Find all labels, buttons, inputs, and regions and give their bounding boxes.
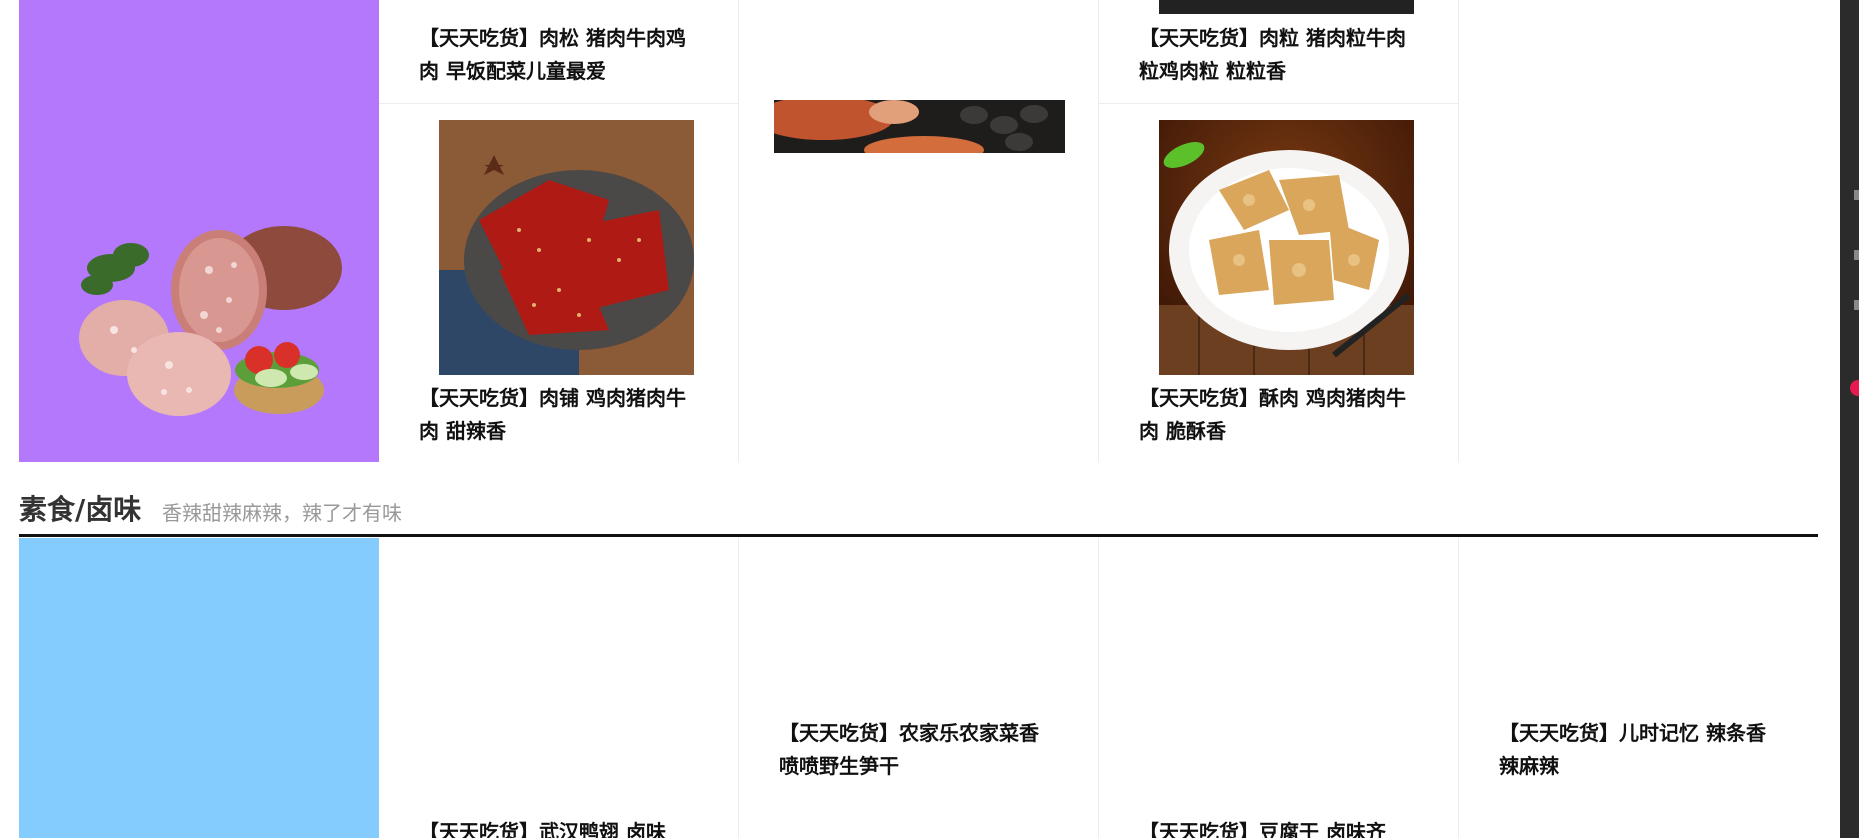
product-card-empty	[1459, 0, 1819, 462]
product-card-sausage[interactable]	[739, 0, 1099, 462]
product-card-spicy-strips[interactable]: 【天天吃货】儿时记忆 辣条香辣麻辣	[1459, 538, 1819, 838]
meat-promo-banner[interactable]	[19, 0, 379, 462]
product-title[interactable]: 【天天吃货】肉铺 鸡肉猪肉牛肉 甜辣香	[419, 382, 689, 448]
product-title[interactable]: 【天天吃货】豆腐干 卤味齐	[1139, 816, 1409, 838]
product-card-meat-floss[interactable]: 【天天吃货】肉松 猪肉牛肉鸡肉 早饭配菜儿童最爱	[379, 0, 739, 104]
page-viewport: 【天天吃货】肉松 猪肉牛肉鸡肉 早饭配菜儿童最爱 【天天吃货】肉铺 鸡肉猪肉牛肉…	[0, 0, 1859, 838]
jerky-illustration	[439, 120, 694, 375]
product-card-meat-bits[interactable]: 【天天吃货】肉粒 猪肉粒牛肉粒鸡肉粒 粒粒香	[1099, 0, 1459, 104]
product-title[interactable]: 【天天吃货】肉松 猪肉牛肉鸡肉 早饭配菜儿童最爱	[419, 22, 689, 88]
side-icon[interactable]	[1854, 300, 1859, 310]
crispy-pork-image[interactable]	[1159, 120, 1414, 375]
section-divider	[19, 534, 1818, 537]
product-card-bamboo-shoots[interactable]: 【天天吃货】农家乐农家菜香喷喷野生笋干	[739, 538, 1099, 838]
side-icon[interactable]	[1854, 250, 1859, 260]
product-title[interactable]: 【天天吃货】儿时记忆 辣条香辣麻辣	[1499, 717, 1769, 783]
sausage-platter-image	[79, 226, 342, 416]
product-card-dried-tofu[interactable]: 【天天吃货】豆腐干 卤味齐	[1099, 538, 1459, 838]
meat-bits-image-edge[interactable]	[1159, 0, 1414, 14]
sausage-illustration	[774, 100, 1065, 153]
side-notification-icon[interactable]	[1850, 380, 1859, 396]
product-title[interactable]: 【天天吃货】农家乐农家菜香喷喷野生笋干	[779, 717, 1049, 783]
product-title[interactable]: 【天天吃货】武汉鸭翅 卤味	[419, 816, 689, 838]
product-title[interactable]: 【天天吃货】肉粒 猪肉粒牛肉粒鸡肉粒 粒粒香	[1139, 22, 1409, 88]
section-subtitle: 香辣甜辣麻辣，辣了才有味	[162, 501, 402, 525]
section-title: 素食/卤味	[19, 493, 142, 526]
crispy-pork-illustration	[1159, 120, 1414, 375]
sausage-image[interactable]	[774, 100, 1065, 153]
product-card-jerky[interactable]: 【天天吃货】肉铺 鸡肉猪肉牛肉 甜辣香	[379, 104, 739, 462]
side-toolbar[interactable]	[1840, 0, 1859, 838]
product-card-duck-wing[interactable]: 【天天吃货】武汉鸭翅 卤味	[379, 538, 739, 838]
product-card-crispy-pork[interactable]: 【天天吃货】酥肉 鸡肉猪肉牛肉 脆酥香	[1099, 104, 1459, 462]
product-title[interactable]: 【天天吃货】酥肉 鸡肉猪肉牛肉 脆酥香	[1139, 382, 1409, 448]
side-icon[interactable]	[1854, 190, 1859, 200]
veg-promo-banner[interactable]	[19, 538, 379, 838]
jerky-image[interactable]	[439, 120, 694, 375]
